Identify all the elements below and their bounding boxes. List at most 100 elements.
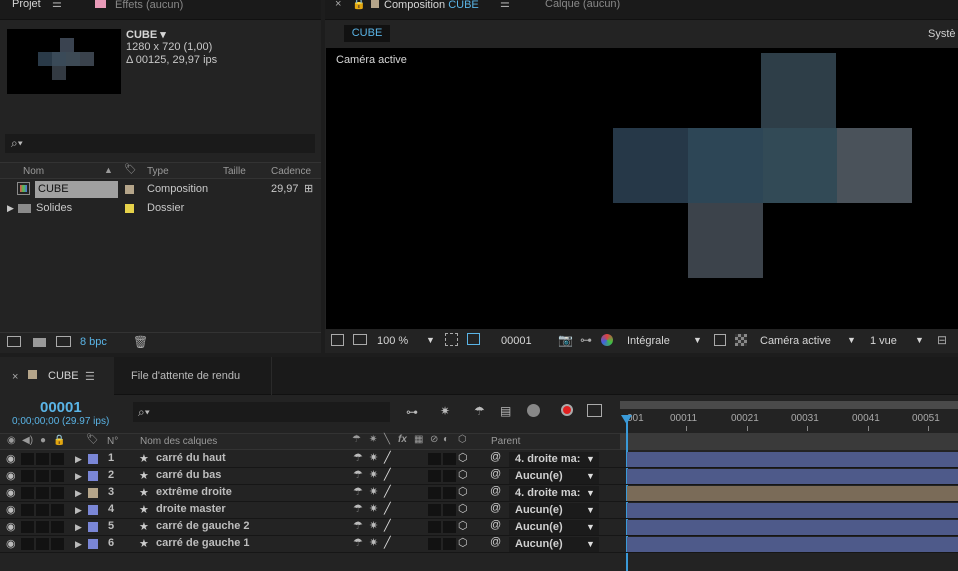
3d-cube-icon[interactable]: ⬡ [458,519,468,535]
layer-name[interactable]: carré du bas [156,469,221,485]
eye-icon[interactable]: ◉ [6,486,16,502]
adjustment-toggle[interactable] [443,521,456,533]
tab-menu-icon[interactable]: ☰ [500,0,510,20]
eye-icon[interactable]: ◉ [6,520,16,536]
sort-up-icon[interactable]: ▲ [104,165,113,175]
column-layer-name[interactable]: Nom des calques [140,436,217,447]
tab-project[interactable]: Projet [12,0,41,20]
solo-toggle[interactable] [36,521,49,533]
project-search-input[interactable]: ⌕▾ [5,134,315,153]
pick-whip-icon[interactable]: @ [490,451,501,467]
audio-toggle[interactable] [21,504,34,516]
motion-blur-toggle[interactable] [428,504,441,516]
graph-editor-icon[interactable] [561,404,573,416]
layer-duration-bar[interactable] [627,503,958,518]
lock-icon[interactable]: 🔒 [53,435,65,446]
show-snapshot-icon[interactable]: ⊶ [580,333,592,347]
shy-switch-icon[interactable]: ☂ [352,434,361,445]
parent-select[interactable]: Aucun(e) ▼ [509,537,599,552]
tab-effects[interactable]: Effets (aucun) [95,0,183,20]
eye-icon[interactable]: ◉ [6,537,16,553]
lock-toggle[interactable] [51,470,64,482]
lock-toggle[interactable] [51,453,64,465]
layer-duration-bar[interactable] [627,469,958,484]
comp-viewer[interactable]: Caméra active [326,48,958,329]
label-color-swatch[interactable] [88,522,98,532]
parent-select[interactable]: Aucun(e) ▼ [509,469,599,484]
monitor-icon[interactable] [353,334,367,345]
lock-toggle[interactable] [51,521,64,533]
layer-center-square[interactable] [763,128,837,203]
column-type[interactable]: Type [147,166,169,177]
shy-switch-icon[interactable]: ☂ [353,485,363,501]
chevron-down-icon[interactable]: ▼ [915,335,924,345]
quality-switch-icon[interactable]: ╱ [384,451,391,467]
layer-search-input[interactable]: ⌕▾ [133,402,390,422]
safe-zones-icon[interactable] [445,333,458,346]
quality-switch-icon[interactable]: ╱ [384,536,391,552]
layer-name[interactable]: carré de gauche 2 [156,520,250,536]
layer-row[interactable]: ◉ ▶ 3 ★ extrême droite ☂ ✷ ╱ ⬡ @4. droite ma: ▼ [0,485,958,502]
3d-cube-icon[interactable]: ⬡ [458,468,468,484]
zoom-select[interactable]: 100 % [377,335,408,347]
pick-whip-icon[interactable]: @ [490,502,501,518]
tab-render-queue[interactable]: File d'attente de rendu [114,357,272,395]
effects-switch-icon[interactable]: fx [398,434,407,445]
camera-view-select[interactable]: Caméra active [760,335,831,347]
solo-icon[interactable]: ● [40,435,46,446]
column-size[interactable]: Taille [223,166,246,177]
motion-blur-toggle[interactable] [428,470,441,482]
motion-blur-toggle[interactable] [428,538,441,550]
pick-whip-icon[interactable]: @ [490,519,501,535]
label-color-swatch[interactable] [125,204,134,213]
work-area-bar[interactable] [620,401,958,409]
layer-row[interactable]: ◉ ▶ 4 ★ droite master ☂ ✷ ╱ ⬡ @ Aucun(e) ▼ [0,502,958,519]
camera-icon[interactable]: 📷 [558,333,573,347]
label-color-swatch[interactable] [88,471,98,481]
interpret-footage-icon[interactable] [7,336,21,347]
quality-switch-icon[interactable]: ╲ [384,434,390,445]
eye-icon[interactable]: ◉ [6,469,16,485]
tab-menu-icon[interactable]: ☰ [85,370,95,383]
parent-select[interactable]: 4. droite ma: ▼ [509,452,599,467]
motion-blur-icon[interactable] [527,404,540,417]
adjustment-toggle[interactable] [443,504,456,516]
solo-toggle[interactable] [36,470,49,482]
solo-toggle[interactable] [36,538,49,550]
column-fps[interactable]: Cadence [271,166,311,177]
parent-select[interactable]: 4. droite ma: ▼ [509,486,599,501]
layer-name[interactable]: extrême droite [156,486,232,502]
3d-cube-icon[interactable]: ⬡ [458,485,468,501]
layer-row[interactable]: ◉ ▶ 5 ★ carré de gauche 2 ☂ ✷ ╱ ⬡ @ Aucun(e) ▼ [0,519,958,536]
collapse-switch-icon[interactable]: ✷ [369,434,377,445]
close-icon[interactable]: × [12,371,18,383]
tab-cube-timeline[interactable]: × CUBE ☰ [0,357,114,395]
shy-switch-icon[interactable]: ☂ [353,451,363,467]
color-channels-icon[interactable] [601,334,613,346]
transparency-grid-icon[interactable] [735,334,747,346]
new-comp-icon[interactable] [56,336,71,347]
new-folder-icon[interactable] [33,338,46,347]
shy-switch-icon[interactable]: ☂ [353,519,363,535]
audio-icon[interactable]: ◀) [22,435,33,446]
audio-toggle[interactable] [21,470,34,482]
comp-info-name[interactable]: CUBE ▾ [126,28,166,41]
frame-blend-switch-icon[interactable]: ▦ [414,434,423,445]
tab-menu-icon[interactable]: ☰ [52,0,62,20]
parent-select[interactable]: Aucun(e) ▼ [509,503,599,518]
motion-blur-toggle[interactable] [428,453,441,465]
label-tag-icon[interactable]: 🏷 [124,164,137,175]
audio-toggle[interactable] [21,453,34,465]
pick-whip-icon[interactable]: @ [490,485,501,501]
layer-duration-bar[interactable] [627,520,958,535]
draft-3d-icon[interactable]: ✷ [440,404,450,418]
layer-bottom-square[interactable] [688,203,763,278]
shy-switch-icon[interactable]: ☂ [353,502,363,518]
flowchart-icon[interactable]: ⊞ [304,182,313,195]
view-layout-select[interactable]: 1 vue [870,335,897,347]
project-item-cube[interactable]: CUBE Composition 29,97 ⊞ [0,180,321,199]
audio-toggle[interactable] [21,487,34,499]
always-preview-icon[interactable] [331,334,344,346]
eye-icon[interactable]: ◉ [7,435,16,446]
collapse-switch-icon[interactable]: ✷ [369,502,378,518]
